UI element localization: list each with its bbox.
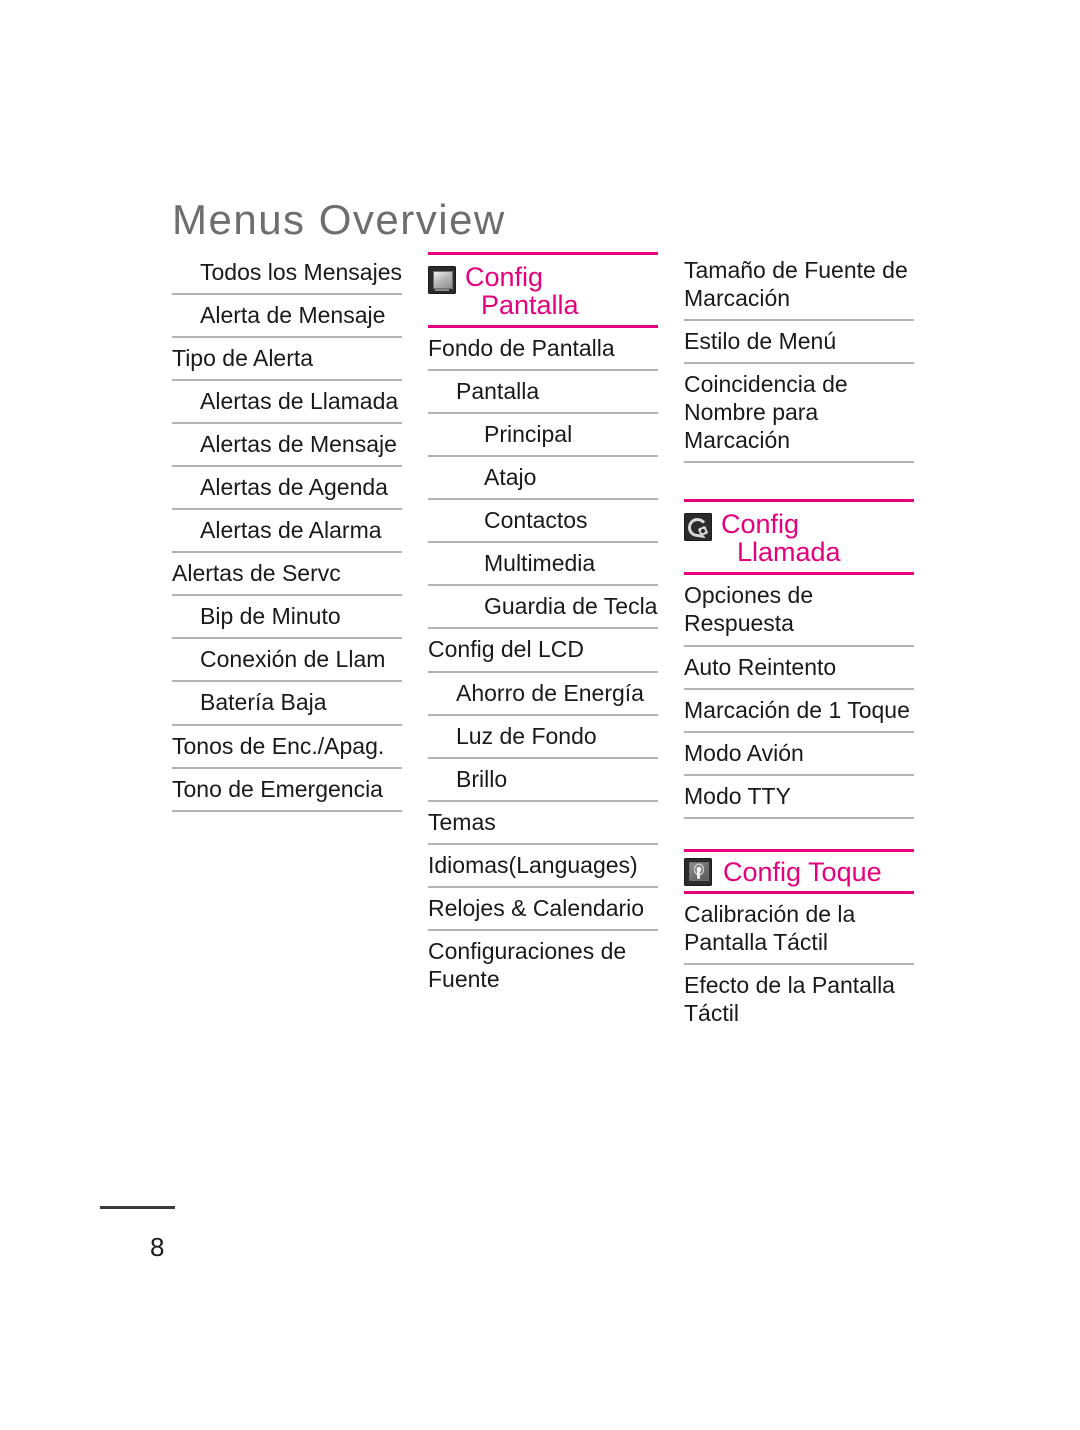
menu-item[interactable]: Auto Reintento xyxy=(684,647,914,690)
menu-item[interactable]: Marcación de 1 Toque xyxy=(684,690,914,733)
menu-item[interactable]: Alerta de Mensaje xyxy=(172,295,402,339)
footer-rule xyxy=(100,1206,175,1209)
menu-item[interactable]: Relojes & Calendario xyxy=(428,888,658,931)
menu-item[interactable]: Tipo de Alerta xyxy=(172,338,402,382)
menu-item[interactable]: Conexión de Llam xyxy=(172,639,402,683)
menu-item[interactable]: Coincidencia de Nombre para Marcación xyxy=(684,364,914,464)
touch-icon xyxy=(684,857,712,886)
menu-item[interactable]: Alertas de Servc xyxy=(172,553,402,597)
menu-item[interactable]: Tamaño de Fuente de Marcación xyxy=(684,252,914,322)
menu-item[interactable]: Idiomas(Languages) xyxy=(428,845,658,888)
menu-column-3: Tamaño de Fuente de Marcación Estilo de … xyxy=(684,252,914,1034)
section-header-config-pantalla: Config Pantalla xyxy=(428,252,658,329)
menu-item[interactable]: Pantalla xyxy=(428,371,658,415)
page-number: 8 xyxy=(150,1232,165,1262)
page-title: Menus Overview xyxy=(172,196,506,244)
menu-item[interactable]: Tono de Emergencia xyxy=(172,769,402,812)
menu-item[interactable]: Batería Baja xyxy=(172,682,402,726)
menu-item[interactable]: Contactos xyxy=(428,500,658,544)
section-header-line1: Config xyxy=(465,262,544,292)
menu-item[interactable]: Calibración de la Pantalla Táctil xyxy=(684,894,914,965)
section-header-config-llamada: Config Llamada xyxy=(684,499,914,576)
menu-item[interactable]: Efecto de la Pantalla Táctil xyxy=(684,965,914,1034)
menu-item[interactable]: Alertas de Mensaje xyxy=(172,424,402,468)
display-icon xyxy=(428,266,456,294)
menu-item[interactable]: Configuraciones de Fuente xyxy=(428,931,658,1000)
menu-item[interactable]: Todos los Mensajes xyxy=(172,252,402,296)
menu-item[interactable]: Fondo de Pantalla xyxy=(428,328,658,372)
menu-column-2: Config Pantalla Fondo de Pantalla Pantal… xyxy=(428,252,658,1000)
section-header-label: Config Llamada xyxy=(721,509,841,566)
menu-item[interactable]: Brillo xyxy=(428,759,658,802)
menu-item[interactable]: Principal xyxy=(428,414,658,458)
section-header-line2: Llamada xyxy=(737,537,841,568)
section-header-label: Config Pantalla xyxy=(465,262,579,319)
section-header-line1: Config xyxy=(721,509,800,540)
menu-item[interactable]: Modo Avión xyxy=(684,733,914,776)
menu-item[interactable]: Alertas de Alarma xyxy=(172,510,402,554)
menu-item[interactable]: Opciones de Respuesta xyxy=(684,575,914,647)
menu-item[interactable]: Multimedia xyxy=(428,543,658,587)
menu-item[interactable]: Temas xyxy=(428,802,658,845)
menu-item[interactable]: Tonos de Enc./Apag. xyxy=(172,726,402,769)
menu-item[interactable]: Modo TTY xyxy=(684,776,914,819)
menu-item[interactable]: Ahorro de Energía xyxy=(428,673,658,716)
menu-item[interactable]: Guardia de Tecla xyxy=(428,586,658,630)
menu-item[interactable]: Alertas de Llamada xyxy=(172,381,402,425)
menu-item[interactable]: Estilo de Menú xyxy=(684,321,914,365)
phone-gear-icon xyxy=(684,513,712,542)
section-header-config-toque: Config Toque xyxy=(684,848,914,894)
menu-item[interactable]: Bip de Minuto xyxy=(172,596,402,640)
section-header-label: Config Toque xyxy=(723,856,882,887)
menu-item[interactable]: Alertas de Agenda xyxy=(172,467,402,511)
menu-item[interactable]: Luz de Fondo xyxy=(428,716,658,759)
section-header-line2: Pantalla xyxy=(481,290,579,321)
menu-column-1: Todos los Mensajes Alerta de Mensaje Tip… xyxy=(172,252,402,812)
menu-item[interactable]: Config del LCD xyxy=(428,629,658,673)
manual-page: Menus Overview Todos los Mensajes Alerta… xyxy=(0,0,1080,1430)
menu-item[interactable]: Atajo xyxy=(428,457,658,501)
